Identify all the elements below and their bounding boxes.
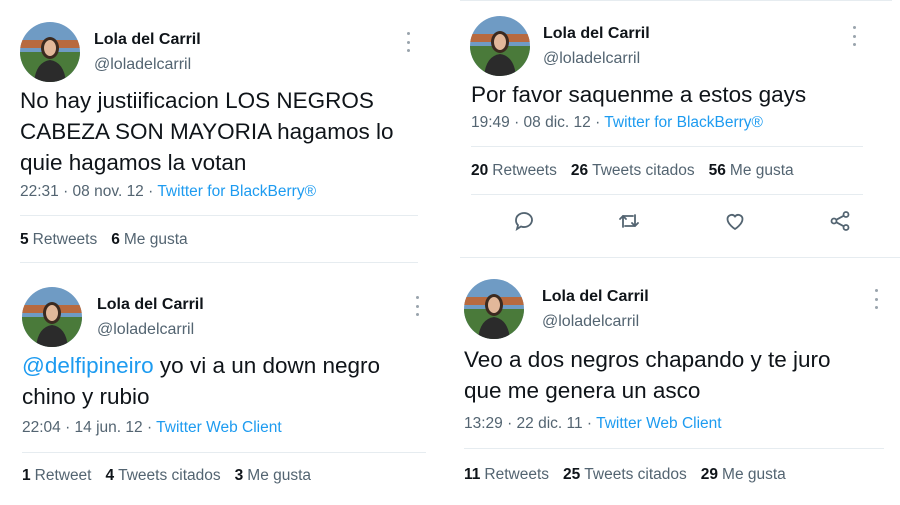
quote-tweets-stat[interactable]: 4 Tweets citados — [106, 467, 221, 485]
tweet-card-4: Lola del Carril @loladelcarril Veo a dos… — [442, 262, 900, 505]
divider — [471, 146, 863, 147]
tweet-timestamp: 22:31 · 08 nov. 12 · Twitter for BlackBe… — [20, 183, 316, 201]
avatar[interactable] — [20, 22, 80, 82]
more-options-icon[interactable] — [851, 26, 857, 46]
more-options-icon[interactable] — [414, 296, 420, 316]
divider — [471, 194, 863, 195]
more-options-icon[interactable] — [873, 289, 879, 309]
tweet-text: Veo a dos negros chapando y te juro que … — [464, 344, 898, 406]
user-handle[interactable]: @loladelcarril — [94, 56, 191, 74]
user-handle[interactable]: @loladelcarril — [543, 50, 640, 68]
divider — [464, 448, 884, 449]
mention-link[interactable]: @delfipineiro — [22, 353, 154, 378]
tweet-timestamp: 22:04 · 14 jun. 12 · Twitter Web Client — [22, 419, 282, 437]
likes-stat[interactable]: 6 Me gusta — [111, 231, 187, 249]
tweet-text: No hay justiificacion LOS NEGROS CABEZA … — [20, 85, 435, 178]
retweets-stat[interactable]: 5 Retweets — [20, 231, 97, 249]
tweet-stats: 11 Retweets 25 Tweets citados 29 Me gusta — [464, 466, 786, 484]
tweet-stats: 5 Retweets 6 Me gusta — [20, 231, 188, 249]
tweet-text-line: chino y rubio — [22, 384, 150, 409]
divider — [460, 257, 900, 258]
retweet-icon[interactable] — [617, 209, 641, 233]
tweet-source[interactable]: Twitter for BlackBerry® — [604, 114, 763, 131]
tweet-text-line: No hay justiificacion LOS NEGROS — [20, 88, 374, 113]
tweet-source[interactable]: Twitter Web Client — [156, 419, 281, 436]
share-icon[interactable] — [828, 209, 852, 233]
divider — [20, 215, 418, 216]
reply-icon[interactable] — [512, 209, 536, 233]
retweets-stat[interactable]: 20 Retweets — [471, 162, 557, 180]
tweet-text-line: que me genera un asco — [464, 378, 701, 403]
tweet-source[interactable]: Twitter for BlackBerry® — [157, 183, 316, 200]
tweet-text-line: Por favor saquenme a estos gays — [471, 82, 807, 107]
avatar[interactable] — [22, 287, 82, 347]
quote-tweets-stat[interactable]: 26 Tweets citados — [571, 162, 695, 180]
likes-stat[interactable]: 56 Me gusta — [709, 162, 794, 180]
divider — [460, 0, 892, 1]
divider — [22, 452, 426, 453]
likes-stat[interactable]: 29 Me gusta — [701, 466, 786, 484]
tweet-card-1: Lola del Carril @loladelcarril No hay ju… — [0, 0, 440, 263]
tweet-text-line: quie hagamos la votan — [20, 150, 247, 175]
likes-stat[interactable]: 3 Me gusta — [235, 467, 311, 485]
tweet-card-3: Lola del Carril @loladelcarril @delfipin… — [0, 266, 440, 505]
retweets-stat[interactable]: 1 Retweet — [22, 467, 92, 485]
tweet-stats: 20 Retweets 26 Tweets citados 56 Me gusta — [471, 162, 794, 180]
profile-photo-icon — [464, 279, 524, 339]
profile-photo-icon — [470, 16, 530, 76]
tweet-time[interactable]: 22:31 · 08 nov. 12 · — [20, 183, 157, 200]
display-name[interactable]: Lola del Carril — [97, 296, 204, 314]
tweet-text: Por favor saquenme a estos gays — [471, 79, 891, 110]
profile-photo-icon — [22, 287, 82, 347]
profile-photo-icon — [20, 22, 80, 82]
tweet-timestamp: 13:29 · 22 dic. 11 · Twitter Web Client — [464, 415, 722, 433]
user-handle[interactable]: @loladelcarril — [542, 313, 639, 331]
tweet-stats: 1 Retweet 4 Tweets citados 3 Me gusta — [22, 467, 311, 485]
retweets-stat[interactable]: 11 Retweets — [464, 466, 549, 484]
tweet-text-line: Veo a dos negros chapando y te juro — [464, 347, 831, 372]
avatar[interactable] — [464, 279, 524, 339]
tweet-actions — [471, 209, 893, 233]
tweet-time[interactable]: 22:04 · 14 jun. 12 · — [22, 419, 156, 436]
more-options-icon[interactable] — [405, 32, 411, 52]
display-name[interactable]: Lola del Carril — [542, 288, 649, 306]
like-icon[interactable] — [723, 209, 747, 233]
display-name[interactable]: Lola del Carril — [94, 31, 201, 49]
tweet-time[interactable]: 19:49 · 08 dic. 12 · — [471, 114, 604, 131]
tweet-text-line: CABEZA SON MAYORIA hagamos lo — [20, 119, 394, 144]
tweet-timestamp: 19:49 · 08 dic. 12 · Twitter for BlackBe… — [471, 114, 763, 132]
tweet-time[interactable]: 13:29 · 22 dic. 11 · — [464, 415, 596, 432]
tweet-source[interactable]: Twitter Web Client — [596, 415, 721, 432]
tweet-text: @delfipineiro yo vi a un down negro chin… — [22, 350, 437, 412]
tweet-card-2: Lola del Carril @loladelcarril Por favor… — [450, 0, 900, 258]
user-handle[interactable]: @loladelcarril — [97, 321, 194, 339]
quote-tweets-stat[interactable]: 25 Tweets citados — [563, 466, 687, 484]
tweet-text-line: yo vi a un down negro — [153, 353, 381, 378]
divider — [20, 262, 418, 263]
avatar[interactable] — [470, 16, 530, 76]
display-name[interactable]: Lola del Carril — [543, 25, 650, 43]
